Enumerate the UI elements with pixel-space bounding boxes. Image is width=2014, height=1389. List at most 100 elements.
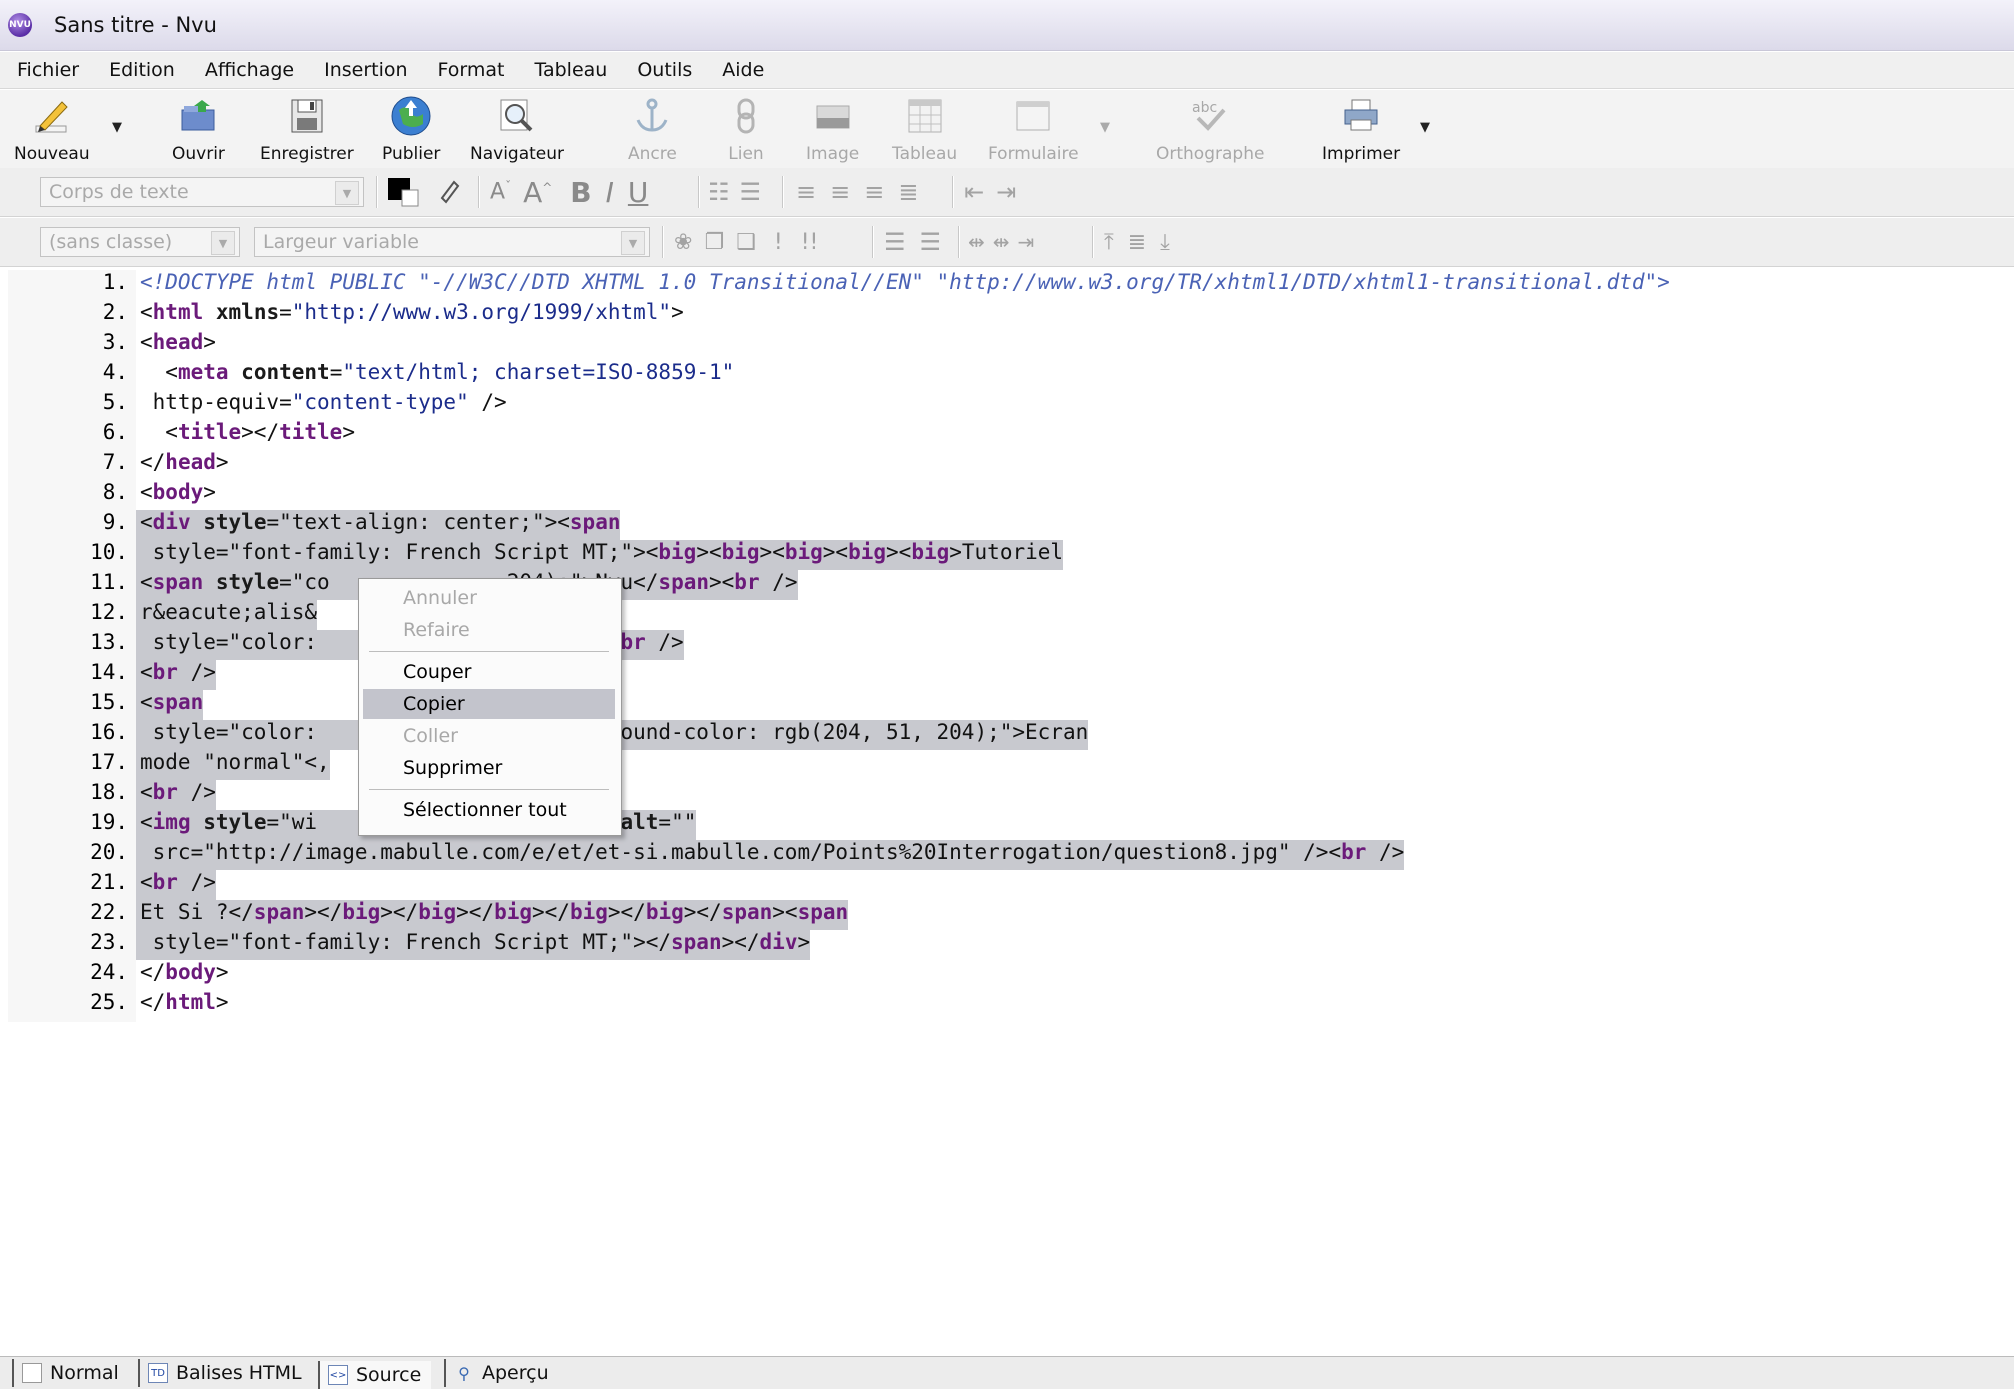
- menu-edition[interactable]: Edition: [94, 59, 190, 81]
- outdent-icon[interactable]: ⇤: [964, 178, 984, 206]
- code-line[interactable]: 14. <br />: [8, 660, 2014, 690]
- anchor-button[interactable]: Ancre: [628, 94, 677, 164]
- code-line[interactable]: 7. </head>: [8, 450, 2014, 480]
- position-center-icon[interactable]: ⇹: [993, 230, 1010, 254]
- very-important-icon[interactable]: !!: [801, 230, 819, 255]
- line-number: 13.: [8, 630, 136, 660]
- code-text: <br />: [136, 780, 216, 810]
- paste-menu-item[interactable]: Coller: [363, 721, 615, 751]
- delete-menu-item[interactable]: Supprimer: [363, 753, 615, 783]
- menu-aide[interactable]: Aide: [707, 59, 779, 81]
- tab-preview[interactable]: ⚲ Aperçu: [444, 1359, 559, 1387]
- numbered-list-icon[interactable]: ☷: [708, 178, 730, 206]
- code-line[interactable]: 10. style="font-family: French Script MT…: [8, 540, 2014, 570]
- chevron-down-icon: ▼: [335, 181, 359, 205]
- bring-to-front-icon[interactable]: ⤒: [1104, 230, 1114, 255]
- position-left-icon[interactable]: ⇹: [968, 230, 985, 254]
- image-button[interactable]: Image: [806, 94, 859, 164]
- increase-font-icon[interactable]: A^: [523, 176, 552, 209]
- align-right-icon[interactable]: ≡: [864, 178, 884, 206]
- text-color-picker[interactable]: [388, 176, 468, 208]
- code-line[interactable]: 16. style="color: ); background-color: r…: [8, 720, 2014, 750]
- code-token: Et Si ?</: [140, 900, 254, 924]
- stylesheet-edit-icon[interactable]: ❑: [736, 230, 756, 255]
- align-center-icon[interactable]: ≡: [830, 178, 850, 206]
- indent-icon[interactable]: ⇥: [996, 178, 1016, 206]
- code-line[interactable]: 11.<span style="co 204);">Nvu</span><br …: [8, 570, 2014, 600]
- source-editor[interactable]: 1. <!DOCTYPE html PUBLIC "-//W3C//DTD XHT…: [8, 270, 2014, 1030]
- code-text: </html>: [136, 990, 229, 1020]
- code-line[interactable]: 22. Et Si ?</span></big></big></big></big…: [8, 900, 2014, 930]
- code-line[interactable]: 24. </body>: [8, 960, 2014, 990]
- css-class-select[interactable]: (sans classe) ▼: [40, 227, 240, 257]
- menu-tableau[interactable]: Tableau: [520, 59, 623, 81]
- code-line[interactable]: 1. <!DOCTYPE html PUBLIC "-//W3C//DTD XHT…: [8, 270, 2014, 300]
- box-align-icon[interactable]: ☰: [884, 228, 906, 256]
- code-token: =: [329, 360, 343, 384]
- tab-html-tags[interactable]: TD Balises HTML: [138, 1359, 312, 1387]
- italic-icon[interactable]: I: [606, 176, 614, 209]
- code-line[interactable]: 21. <br />: [8, 870, 2014, 900]
- layer-middle-icon[interactable]: ≣: [1128, 230, 1146, 255]
- code-line[interactable]: 5. http-equiv="content-type" />: [8, 390, 2014, 420]
- align-justify-icon[interactable]: ≣: [898, 178, 918, 206]
- code-line[interactable]: 4. <meta content="text/html; charset=ISO…: [8, 360, 2014, 390]
- select-all-menu-item[interactable]: Sélectionner tout: [363, 795, 615, 825]
- code-line[interactable]: 9. <div style="text-align: center;"><span: [8, 510, 2014, 540]
- browser-button[interactable]: Navigateur: [470, 94, 564, 164]
- code-line[interactable]: 23. style="font-family: French Script MT…: [8, 930, 2014, 960]
- print-dropdown-arrow-icon[interactable]: ▼: [1420, 120, 1430, 135]
- code-line[interactable]: 17. mode "normal"<,: [8, 750, 2014, 780]
- redo-menu-item[interactable]: Refaire: [363, 615, 615, 645]
- menu-fichier[interactable]: Fichier: [0, 59, 94, 81]
- code-token: />: [468, 390, 507, 414]
- underline-icon[interactable]: U: [628, 176, 649, 209]
- tab-normal[interactable]: Normal: [12, 1359, 129, 1387]
- menu-format[interactable]: Format: [423, 59, 520, 81]
- publish-button[interactable]: Publier: [382, 94, 440, 164]
- link-button[interactable]: Lien: [724, 94, 768, 164]
- open-button[interactable]: Ouvrir: [172, 94, 225, 164]
- important-icon[interactable]: !: [774, 230, 783, 255]
- new-dropdown-arrow-icon[interactable]: ▼: [112, 120, 122, 135]
- form-dropdown-arrow-icon[interactable]: ▼: [1100, 120, 1110, 135]
- undo-menu-item[interactable]: Annuler: [363, 583, 615, 613]
- send-to-back-icon[interactable]: ⤓: [1160, 230, 1170, 255]
- bullet-list-icon[interactable]: ☰: [740, 178, 762, 206]
- print-button[interactable]: Imprimer: [1322, 94, 1400, 164]
- code-line[interactable]: 8. <body>: [8, 480, 2014, 510]
- width-select[interactable]: Largeur variable ▼: [254, 227, 650, 257]
- code-line[interactable]: 3. <head>: [8, 330, 2014, 360]
- style-tool-icon[interactable]: ❀: [674, 230, 692, 255]
- nvu-logo-icon: NVU: [8, 13, 32, 37]
- code-line[interactable]: 12. r&eacute;alis&: [8, 600, 2014, 630]
- bold-icon[interactable]: B: [570, 176, 591, 209]
- code-line[interactable]: 13. style="color: >Ladybud<br />: [8, 630, 2014, 660]
- code-line[interactable]: 15. <span: [8, 690, 2014, 720]
- copy-menu-item[interactable]: Copier: [363, 689, 615, 719]
- menu-affichage[interactable]: Affichage: [190, 59, 309, 81]
- box-align-right-icon[interactable]: ☰: [920, 228, 942, 256]
- save-button[interactable]: Enregistrer: [260, 94, 354, 164]
- align-left-icon[interactable]: ≡: [796, 178, 816, 206]
- position-right-icon[interactable]: ⇥: [1018, 230, 1035, 254]
- decrease-font-icon[interactable]: Aˇ: [490, 179, 511, 204]
- code-line[interactable]: 6. <title></title>: [8, 420, 2014, 450]
- stylesheet-icon[interactable]: ❐: [704, 230, 724, 255]
- paragraph-style-select[interactable]: Corps de texte ▼: [40, 177, 364, 207]
- cut-menu-item[interactable]: Couper: [363, 657, 615, 687]
- code-line[interactable]: 2. <html xmlns="http://www.w3.org/1999/xh…: [8, 300, 2014, 330]
- code-line[interactable]: 19.<img style="wi : 105px;" alt="": [8, 810, 2014, 840]
- code-token: meta: [177, 360, 229, 384]
- tab-source[interactable]: <> Source: [318, 1361, 432, 1389]
- spellcheck-button[interactable]: abc Orthographe: [1156, 94, 1264, 164]
- menu-insertion[interactable]: Insertion: [309, 59, 422, 81]
- code-line[interactable]: 20. src="http://image.mabulle.com/e/et/e…: [8, 840, 2014, 870]
- form-button[interactable]: Formulaire: [988, 94, 1079, 164]
- menu-outils[interactable]: Outils: [622, 59, 707, 81]
- code-line[interactable]: 18. <br />: [8, 780, 2014, 810]
- table-button[interactable]: Tableau: [892, 94, 957, 164]
- code-token: ></: [456, 900, 495, 924]
- code-line[interactable]: 25. </html>: [8, 990, 2014, 1020]
- new-button[interactable]: Nouveau: [14, 94, 90, 164]
